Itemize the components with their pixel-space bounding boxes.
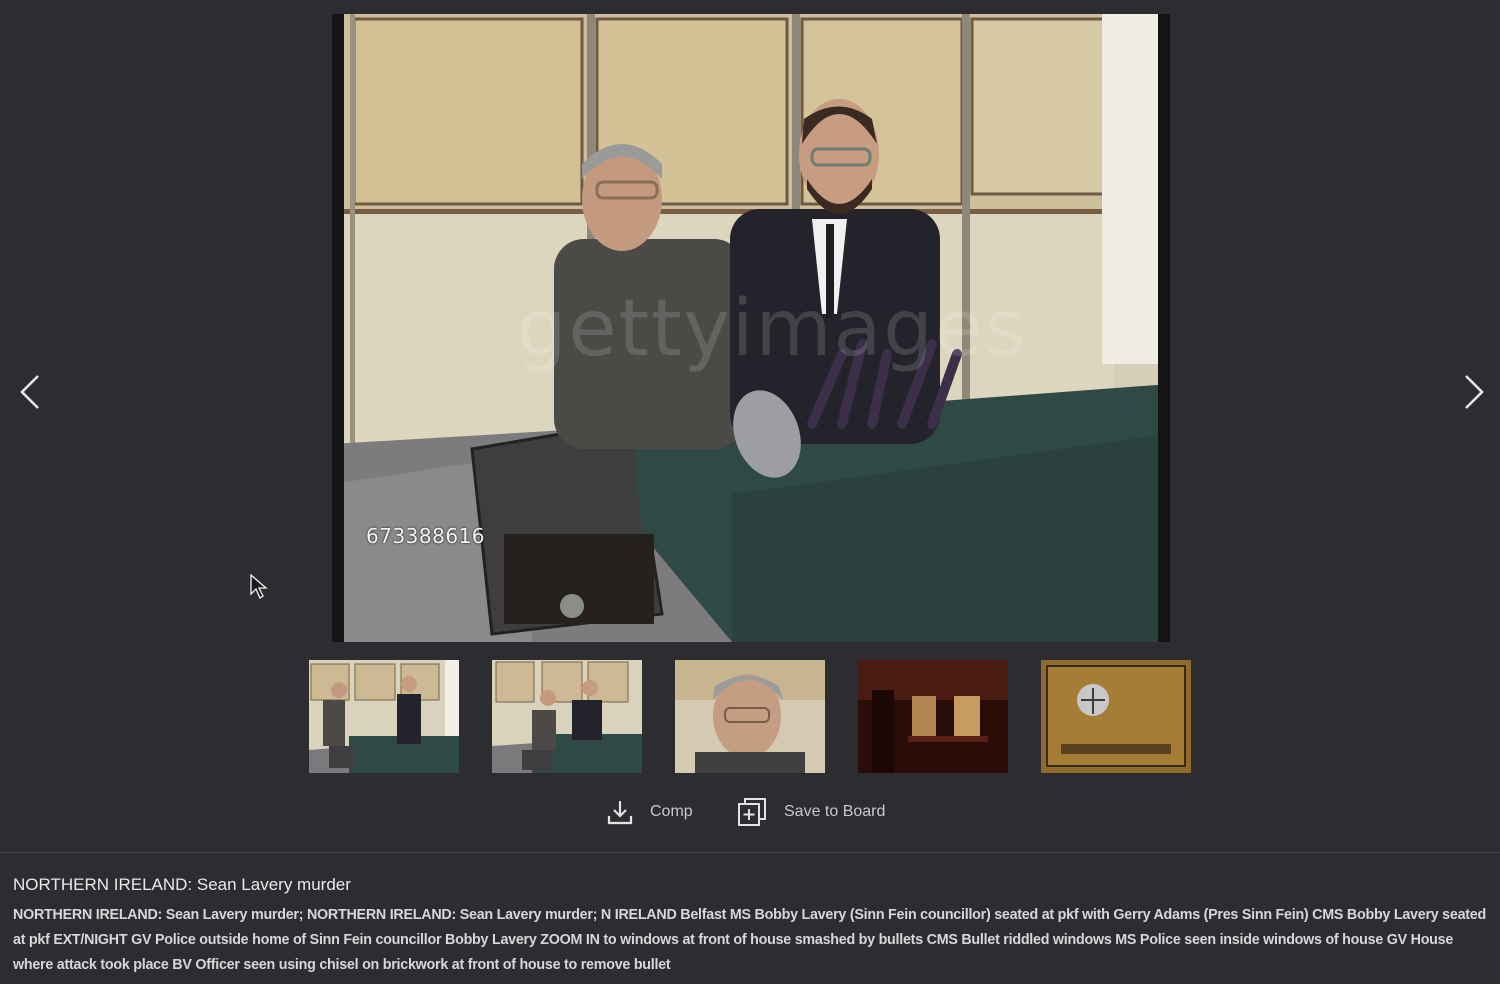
thumbnail-4[interactable] — [858, 660, 1008, 773]
save-to-board-button[interactable]: Save to Board — [736, 794, 885, 830]
action-bar: Comp Save to Board — [0, 794, 1500, 830]
main-video-frame[interactable]: gettyimages 673388616 — [332, 14, 1170, 642]
chevron-right-icon — [1465, 375, 1484, 409]
video-viewer: gettyimages 673388616 Comp Save to Board — [0, 0, 1500, 852]
comp-label: Comp — [650, 803, 693, 820]
mouse-pointer-icon — [250, 573, 268, 605]
frame-id-label: 673388616 — [366, 524, 486, 548]
next-button[interactable] — [1452, 368, 1496, 416]
clip-title: NORTHERN IRELAND: Sean Lavery murder — [13, 875, 351, 894]
clip-description: NORTHERN IRELAND: Sean Lavery murder; NO… — [13, 907, 1486, 973]
thumbnail-2[interactable] — [492, 660, 642, 773]
comp-download-button[interactable]: Comp — [606, 794, 693, 830]
watermark: gettyimages — [517, 284, 1028, 374]
previous-button[interactable] — [8, 368, 52, 416]
save-to-board-label: Save to Board — [784, 803, 886, 820]
thumbnail-strip — [309, 660, 1193, 774]
add-to-board-icon — [736, 796, 768, 828]
thumbnail-3[interactable] — [675, 660, 825, 773]
thumbnail-1[interactable] — [309, 660, 459, 773]
download-icon — [606, 798, 634, 826]
chevron-left-icon — [20, 375, 39, 409]
thumbnail-5[interactable] — [1041, 660, 1191, 773]
clip-info-panel: NORTHERN IRELAND: Sean Lavery murder NOR… — [0, 852, 1500, 984]
